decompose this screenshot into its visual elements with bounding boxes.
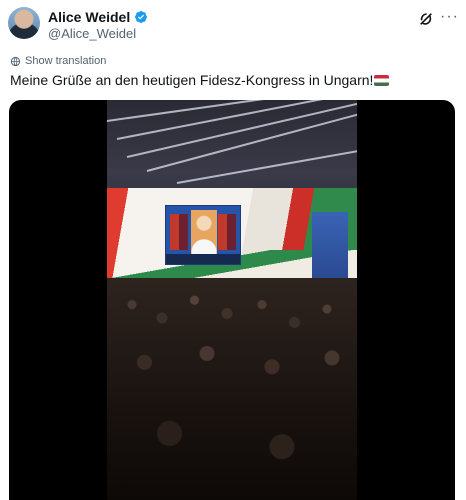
- speaker-on-screen: [191, 210, 217, 254]
- grok-icon[interactable]: [418, 11, 434, 27]
- video-frame[interactable]: [107, 100, 357, 500]
- more-icon[interactable]: ···: [440, 9, 458, 27]
- verified-badge-icon: [135, 11, 148, 23]
- globe-translate-icon: [10, 56, 21, 66]
- stage-screen: [165, 205, 241, 265]
- show-translation-link[interactable]: Show translation: [10, 55, 106, 67]
- tweet-text-container: Meine Grüße an den heutigen Fidesz-Kongr…: [10, 72, 390, 88]
- video-player[interactable]: [9, 100, 455, 500]
- audience-crowd: [107, 278, 357, 500]
- avatar[interactable]: [8, 7, 40, 39]
- hungary-flag-icon: [374, 75, 390, 86]
- show-translation-label[interactable]: Show translation: [25, 55, 106, 67]
- author-display-name[interactable]: Alice Weidel: [48, 9, 130, 25]
- tweet-header: Alice Weidel @Alice_Weidel ···: [8, 7, 458, 47]
- author-handle[interactable]: @Alice_Weidel: [48, 26, 136, 41]
- side-screen: [312, 212, 348, 280]
- author-name-row[interactable]: Alice Weidel: [48, 9, 148, 25]
- tweet-text: Meine Grüße an den heutigen Fidesz-Kongr…: [10, 72, 374, 88]
